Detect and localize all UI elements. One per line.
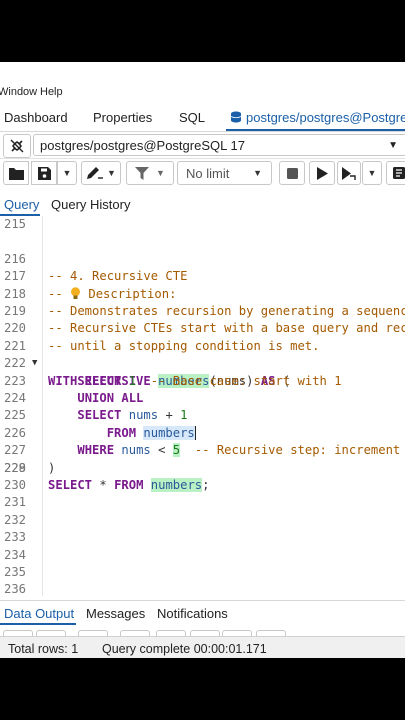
tab-sql[interactable]: SQL	[179, 110, 205, 125]
line-number: 234	[3, 547, 26, 562]
line-number: 235	[3, 565, 26, 579]
database-icon	[230, 111, 242, 123]
results-toolbar	[0, 626, 405, 636]
stop-icon	[286, 167, 298, 179]
connection-bar: postgres/postgres@PostgreSQL 17 ▼	[0, 132, 405, 159]
results-tabs: Data Output Messages Notifications	[0, 600, 405, 625]
menu-window[interactable]: Window	[0, 86, 37, 98]
chevron-down-small-icon: ▼	[62, 168, 72, 178]
open-file-button[interactable]	[3, 161, 29, 185]
explain-button[interactable]	[386, 161, 405, 185]
execute-button[interactable]	[309, 161, 335, 185]
connection-select-value: postgres/postgres@PostgreSQL 17	[40, 138, 245, 153]
connection-select[interactable]: postgres/postgres@PostgreSQL 17 ▼	[33, 134, 405, 156]
play-icon	[316, 166, 328, 180]
tab-properties[interactable]: Properties	[93, 110, 152, 125]
line-number: 229	[3, 460, 26, 475]
tab-messages[interactable]: Messages	[86, 606, 145, 621]
editor-subtabs: Query Query History	[0, 192, 405, 217]
menu-help[interactable]: Help	[40, 86, 63, 98]
explain-icon	[393, 167, 405, 179]
connection-plug-icon	[10, 139, 24, 153]
pgadmin-window: Window Help Dashboard Properties SQL pos…	[0, 62, 405, 658]
chevron-down-small-icon: ▼	[367, 168, 377, 178]
filter-button[interactable]: ▼	[126, 161, 174, 185]
total-rows-status: Total rows: 1	[8, 642, 79, 656]
line-number: 236	[3, 582, 26, 597]
play-step-icon	[342, 166, 356, 180]
line-number: 231	[3, 495, 26, 510]
chevron-down-small-icon: ▼	[107, 168, 116, 178]
save-options-dropdown[interactable]: ▼	[57, 161, 77, 185]
tab-active-indicator	[226, 129, 405, 131]
tab-query-history[interactable]: Query History	[51, 197, 130, 212]
chevron-down-icon: ▼	[388, 140, 398, 151]
tab-query-tool[interactable]: postgres/postgres@PostgreSQL 17	[230, 110, 405, 125]
code-line: SELECT * FROM numbers;	[48, 478, 210, 492]
menu-bar: Window Help	[0, 80, 405, 102]
line-number: 232	[3, 512, 26, 527]
tab-query-tool-label: postgres/postgres@PostgreSQL 17	[246, 110, 405, 125]
line-number: 233	[3, 530, 26, 545]
chevron-down-small-icon: ▼	[253, 168, 262, 178]
pen-icon	[87, 167, 104, 179]
tab-data-output[interactable]: Data Output	[4, 606, 74, 621]
query-toolbar: ▼ ▼ ▼ No limit ▼ ▼	[0, 160, 405, 188]
stop-button[interactable]	[279, 161, 305, 185]
row-limit-value: No limit	[186, 165, 230, 181]
edit-button[interactable]: ▼	[81, 161, 121, 185]
save-button[interactable]	[31, 161, 57, 185]
row-limit-select[interactable]: No limit ▼	[177, 161, 272, 185]
filter-icon	[135, 166, 150, 180]
save-icon	[37, 166, 51, 180]
execute-options-dropdown[interactable]: ▼	[362, 161, 382, 185]
tab-query[interactable]: Query	[4, 197, 39, 212]
line-number: 215	[3, 217, 26, 231]
status-bar: Total rows: 1 Query complete 00:00:01.17…	[0, 636, 405, 658]
query-complete-status: Query complete 00:00:01.171	[102, 642, 267, 656]
connection-status-button[interactable]	[3, 134, 31, 158]
line-number: 230	[3, 478, 26, 492]
execute-script-button[interactable]	[337, 161, 361, 185]
code-line: )	[48, 460, 56, 475]
sql-editor[interactable]: 215 216 -- 4. Recursive CTE 217 -- Descr…	[0, 216, 405, 596]
results-tab-active-indicator	[0, 623, 76, 625]
tab-dashboard[interactable]: Dashboard	[4, 110, 68, 125]
main-tabs: Dashboard Properties SQL postgres/postgr…	[0, 105, 405, 132]
tab-notifications[interactable]: Notifications	[157, 606, 228, 621]
folder-icon	[8, 167, 24, 180]
chevron-down-small-icon: ▼	[156, 168, 165, 178]
